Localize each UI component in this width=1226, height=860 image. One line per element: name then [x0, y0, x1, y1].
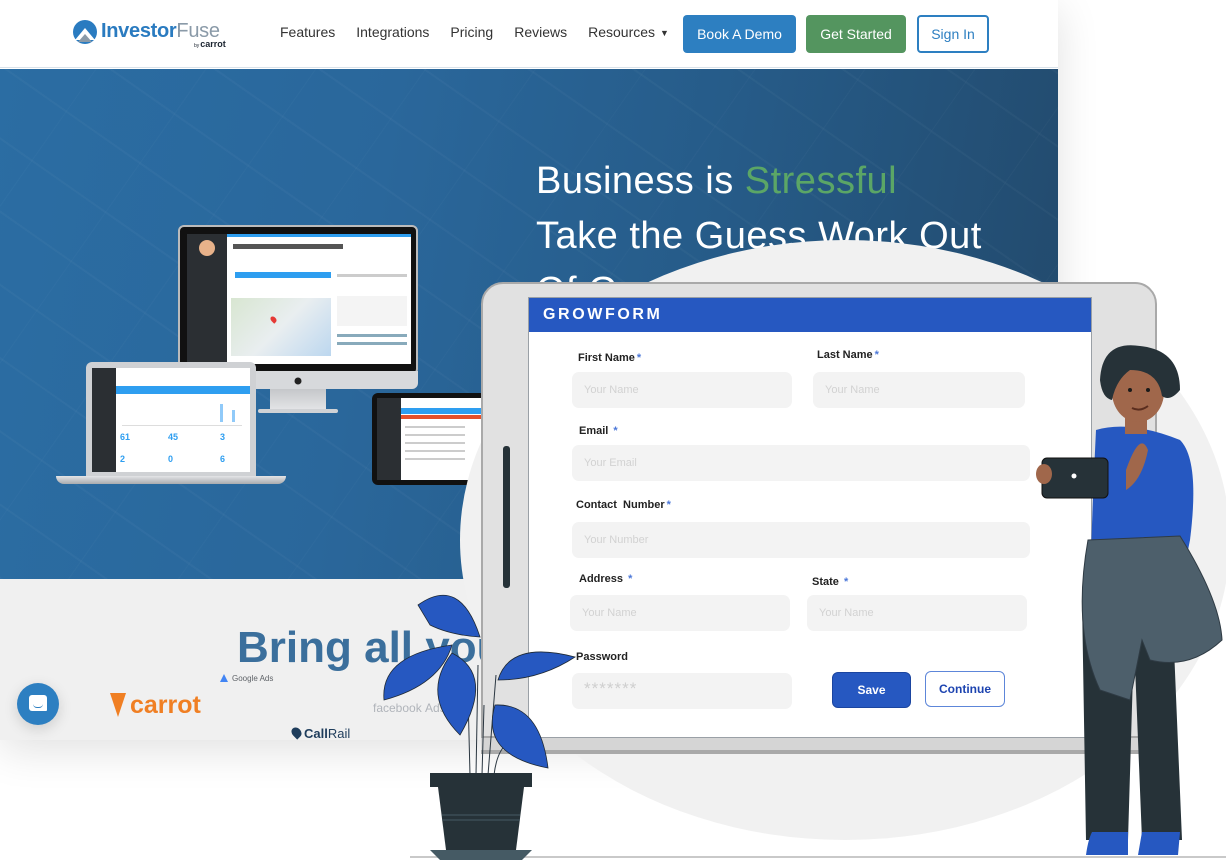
- laptop-stat: 6: [220, 454, 226, 464]
- nav-pricing[interactable]: Pricing: [450, 24, 493, 40]
- nav-resources[interactable]: Resources ▼: [588, 24, 669, 40]
- google-ads-logo: Google Ads: [220, 674, 273, 683]
- state-input[interactable]: [807, 595, 1027, 631]
- save-button[interactable]: Save: [832, 672, 911, 708]
- investorfuse-logo[interactable]: InvestorFuse bycarrot: [72, 18, 232, 50]
- hero-headline-line-1: Business is Stressful: [536, 160, 898, 202]
- laptop-stat: 0: [168, 454, 174, 464]
- email-label: Email *: [579, 425, 618, 437]
- nav-integrations[interactable]: Integrations: [356, 24, 429, 40]
- sign-in-button[interactable]: Sign In: [917, 15, 989, 53]
- callrail-logo: CallRail: [289, 725, 350, 740]
- map-thumbnail: [231, 298, 331, 356]
- laptop-stat: 61: [120, 432, 131, 442]
- laptop-stat: 45: [168, 432, 179, 442]
- carrot-logo: carrot: [110, 691, 201, 720]
- nav-features[interactable]: Features: [280, 24, 335, 40]
- nav-resources-label: Resources: [588, 24, 656, 40]
- state-label: State *: [812, 576, 849, 588]
- nav-links: Features Integrations Pricing Reviews Re…: [280, 24, 669, 40]
- get-started-button[interactable]: Get Started: [806, 15, 906, 53]
- tablet-side-button: [503, 446, 510, 588]
- apple-logo-icon: [294, 377, 302, 385]
- nav-reviews[interactable]: Reviews: [514, 24, 567, 40]
- caret-down-icon: ▼: [660, 28, 669, 38]
- top-navbar: InvestorFuse bycarrot Features Integrati…: [0, 0, 1058, 68]
- contact-number-label: Contact Number *: [576, 499, 671, 511]
- mountain-logo-icon: [73, 20, 97, 44]
- location-pin-icon: [289, 725, 304, 740]
- laptop-stat: 2: [120, 454, 126, 464]
- chat-bubble-icon: [29, 695, 47, 711]
- first-name-input[interactable]: [572, 372, 792, 408]
- password-input[interactable]: [572, 673, 792, 709]
- person-with-tablet-illustration: [1036, 345, 1223, 855]
- last-name-label: Last Name *: [817, 349, 879, 361]
- growform-title: GROWFORM: [529, 298, 1091, 332]
- book-demo-button[interactable]: Book A Demo: [683, 15, 796, 53]
- page: InvestorFuse bycarrot Features Integrati…: [0, 0, 1226, 860]
- growform-form: GROWFORM First Name* Last Name* Email * …: [528, 297, 1092, 738]
- contact-number-input[interactable]: [572, 522, 1030, 558]
- plant-leaves: [383, 594, 576, 769]
- laptop-stat: 3: [220, 432, 226, 442]
- continue-button[interactable]: Continue: [925, 671, 1005, 707]
- first-name-label: First Name *: [578, 352, 642, 364]
- last-name-input[interactable]: [813, 372, 1025, 408]
- carrot-icon: [110, 693, 126, 717]
- headline-accent-word: Stressful: [744, 160, 898, 202]
- email-input[interactable]: [572, 445, 1030, 481]
- laptop-mockup: 61 45 3 2 0 6: [56, 362, 286, 488]
- potted-plant-illustration: [383, 594, 576, 860]
- address-input[interactable]: [570, 595, 790, 631]
- logo-by-carrot: bycarrot: [194, 39, 226, 49]
- google-ads-icon: [220, 674, 228, 682]
- chat-launcher-button[interactable]: [17, 683, 59, 725]
